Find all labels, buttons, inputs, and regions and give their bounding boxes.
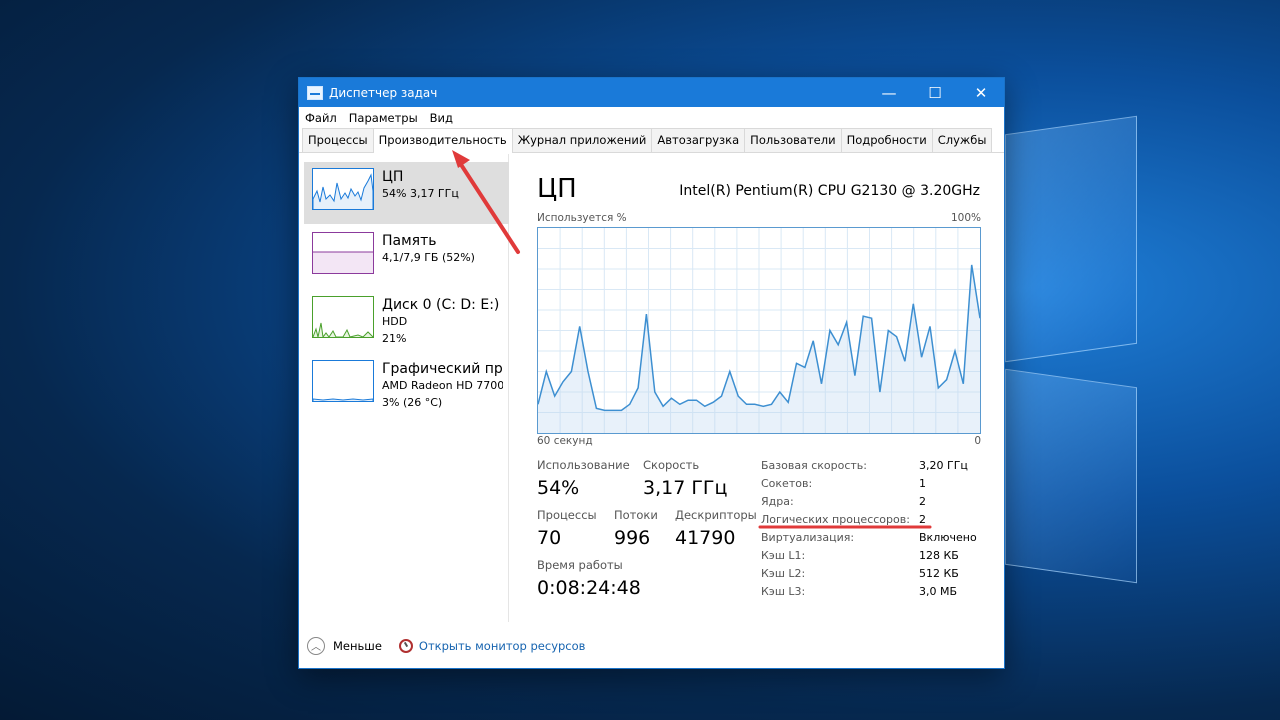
sidebar-disk-usage: 21% bbox=[382, 331, 407, 345]
close-button[interactable]: ✕ bbox=[958, 78, 1004, 107]
usage-label: Использование bbox=[537, 458, 630, 472]
usage-value: 54% bbox=[537, 477, 580, 499]
menu-file[interactable]: Файл bbox=[305, 111, 337, 125]
tab-services[interactable]: Службы bbox=[931, 128, 993, 152]
title-bar[interactable]: Диспетчер задач — ☐ ✕ bbox=[299, 78, 1004, 107]
task-manager-window: Диспетчер задач — ☐ ✕ Файл Параметры Вид… bbox=[298, 77, 1005, 669]
fewer-details-link[interactable]: Меньше bbox=[333, 639, 382, 653]
info-value-virtualization: Включено bbox=[919, 531, 977, 544]
cpu-mini-graph bbox=[312, 168, 374, 210]
threads-value: 996 bbox=[614, 527, 651, 549]
graph-zero-label: 0 bbox=[974, 435, 981, 447]
cpu-model-name: Intel(R) Pentium(R) CPU G2130 @ 3.20GHz bbox=[679, 183, 980, 199]
resource-monitor-icon bbox=[398, 638, 413, 653]
sidebar-memory-detail: 4,1/7,9 ГБ (52%) bbox=[382, 251, 475, 265]
sidebar-item-disk[interactable]: Диск 0 (C: D: E:) HDD 21% bbox=[304, 290, 509, 352]
info-value-l2-cache: 512 КБ bbox=[919, 567, 959, 580]
window-title: Диспетчер задач bbox=[329, 85, 438, 100]
menu-bar: Файл Параметры Вид bbox=[299, 107, 1004, 129]
chevron-up-icon[interactable]: ︿ bbox=[307, 636, 325, 655]
info-label-sockets: Сокетов: bbox=[761, 477, 813, 490]
windows-logo-upper-pane bbox=[1005, 115, 1137, 363]
tab-strip: Процессы Производительность Журнал прило… bbox=[299, 128, 1004, 153]
info-value-logical-processors: 2 bbox=[919, 513, 926, 526]
sidebar-item-gpu[interactable]: Графический про AMD Radeon HD 7700 S 3% … bbox=[304, 354, 509, 416]
info-value-sockets: 1 bbox=[919, 477, 926, 490]
tab-app-history[interactable]: Журнал приложений bbox=[511, 128, 653, 152]
info-value-base-speed: 3,20 ГГц bbox=[919, 459, 968, 472]
graph-time-label: 60 секунд bbox=[537, 435, 593, 447]
cpu-heading: ЦП bbox=[537, 174, 577, 204]
footer-bar: ︿ Меньше Открыть монитор ресурсов bbox=[299, 622, 1004, 668]
info-label-logical-processors: Логических процессоров: bbox=[761, 513, 910, 526]
uptime-value: 0:08:24:48 bbox=[537, 577, 641, 599]
info-label-l3-cache: Кэш L3: bbox=[761, 585, 806, 598]
resource-sidebar: ЦП 54% 3,17 ГГц Память 4,1/7,9 ГБ (52%) bbox=[299, 154, 509, 622]
windows-logo-lower-pane bbox=[1005, 368, 1137, 584]
sidebar-gpu-title: Графический про bbox=[382, 361, 503, 377]
info-label-l1-cache: Кэш L1: bbox=[761, 549, 806, 562]
sidebar-gpu-model: AMD Radeon HD 7700 S bbox=[382, 379, 503, 393]
cpu-details-panel: ЦП Intel(R) Pentium(R) CPU G2130 @ 3.20G… bbox=[537, 154, 987, 622]
info-label-cores: Ядра: bbox=[761, 495, 794, 508]
tab-startup[interactable]: Автозагрузка bbox=[651, 128, 746, 152]
threads-label: Потоки bbox=[614, 508, 658, 522]
sidebar-memory-title: Память bbox=[382, 233, 437, 249]
graph-usage-label: Используется % bbox=[537, 212, 627, 224]
memory-mini-graph bbox=[312, 232, 374, 274]
menu-view[interactable]: Вид bbox=[430, 111, 453, 125]
uptime-label: Время работы bbox=[537, 558, 623, 572]
cpu-usage-graph bbox=[537, 227, 981, 434]
processes-value: 70 bbox=[537, 527, 562, 549]
handles-value: 41790 bbox=[675, 527, 736, 549]
handles-label: Дескрипторы bbox=[675, 508, 757, 522]
tab-processes[interactable]: Процессы bbox=[302, 128, 374, 152]
gpu-mini-graph bbox=[312, 360, 374, 402]
info-value-l3-cache: 3,0 МБ bbox=[919, 585, 958, 598]
cpu-graph-svg bbox=[537, 228, 981, 433]
disk-mini-graph bbox=[312, 296, 374, 338]
info-label-l2-cache: Кэш L2: bbox=[761, 567, 806, 580]
sidebar-cpu-detail: 54% 3,17 ГГц bbox=[382, 187, 459, 201]
performance-content: ЦП 54% 3,17 ГГц Память 4,1/7,9 ГБ (52%) bbox=[299, 154, 1004, 622]
tab-details[interactable]: Подробности bbox=[840, 128, 933, 152]
sidebar-gpu-usage: 3% (26 °C) bbox=[382, 395, 443, 409]
sidebar-item-memory[interactable]: Память 4,1/7,9 ГБ (52%) bbox=[304, 226, 509, 288]
tab-performance[interactable]: Производительность bbox=[372, 128, 513, 153]
info-value-cores: 2 bbox=[919, 495, 926, 508]
sidebar-item-cpu[interactable]: ЦП 54% 3,17 ГГц bbox=[304, 162, 509, 224]
processes-label: Процессы bbox=[537, 508, 597, 522]
tab-users[interactable]: Пользователи bbox=[744, 128, 842, 152]
speed-label: Скорость bbox=[643, 458, 700, 472]
info-label-base-speed: Базовая скорость: bbox=[761, 459, 867, 472]
sidebar-cpu-title: ЦП bbox=[382, 169, 404, 185]
minimize-button[interactable]: — bbox=[866, 78, 912, 107]
info-label-virtualization: Виртуализация: bbox=[761, 531, 855, 544]
sidebar-disk-type: HDD bbox=[382, 315, 408, 329]
graph-max-label: 100% bbox=[950, 212, 981, 224]
task-manager-icon bbox=[307, 85, 323, 100]
info-value-l1-cache: 128 КБ bbox=[919, 549, 959, 562]
maximize-button[interactable]: ☐ bbox=[912, 78, 958, 107]
open-resource-monitor-link[interactable]: Открыть монитор ресурсов bbox=[419, 639, 586, 653]
speed-value: 3,17 ГГц bbox=[643, 477, 728, 499]
menu-options[interactable]: Параметры bbox=[349, 111, 418, 125]
sidebar-disk-title: Диск 0 (C: D: E:) bbox=[382, 297, 500, 313]
